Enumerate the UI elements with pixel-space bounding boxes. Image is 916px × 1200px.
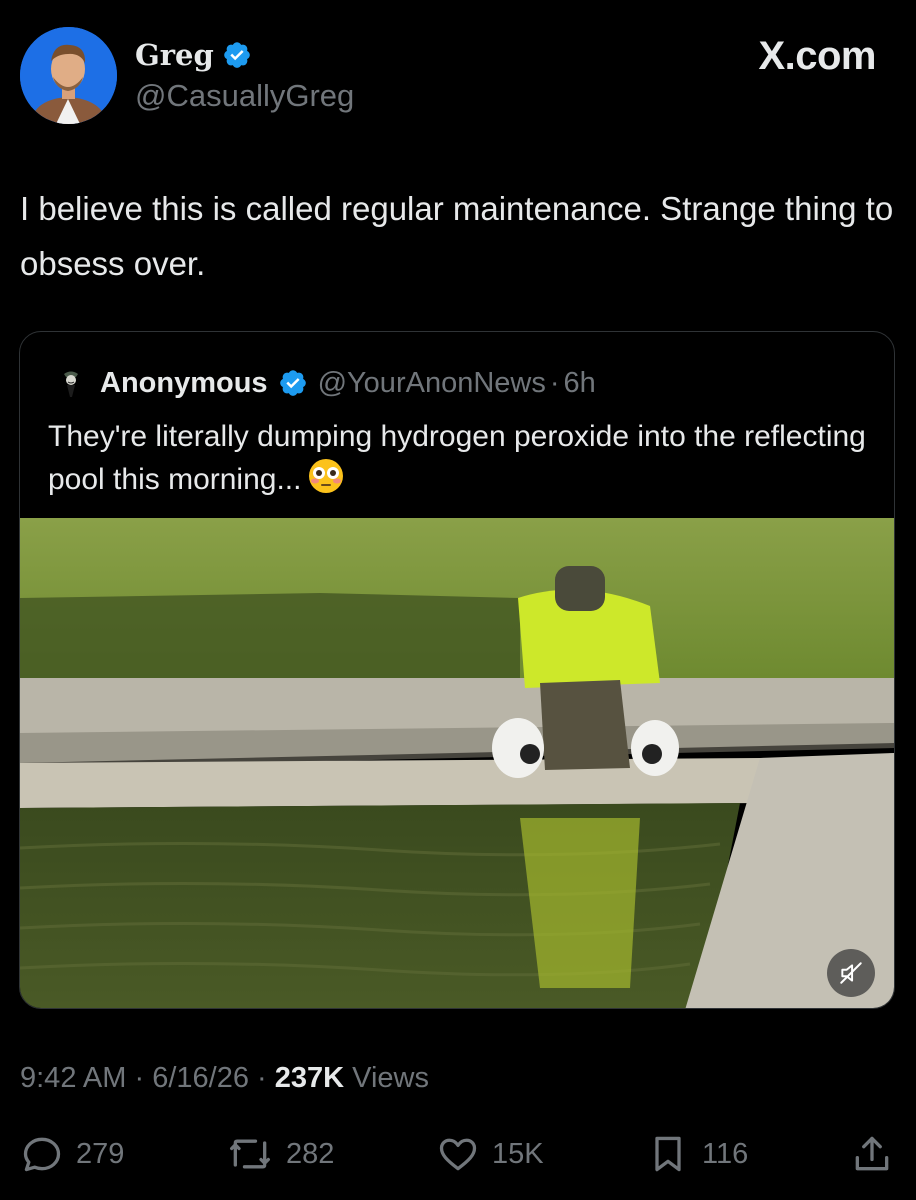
bookmark-button[interactable]: 116 — [646, 1128, 748, 1180]
views-count: 237K — [274, 1062, 345, 1094]
quoted-tweet-card[interactable]: Anonymous @YourAnonNews · 6h They're lit… — [19, 331, 895, 1009]
reply-count: 279 — [76, 1137, 125, 1170]
heart-icon — [439, 1138, 477, 1171]
video-frame-image — [20, 518, 894, 1008]
meta-separator: · — [134, 1062, 145, 1094]
reply-icon — [23, 1137, 61, 1172]
site-logo-text: X.com — [758, 34, 876, 78]
repost-icon — [230, 1139, 270, 1169]
bookmark-count: 116 — [702, 1137, 749, 1170]
meta-separator: · — [257, 1062, 267, 1094]
action-bar: 279 282 15K 116 — [0, 1128, 916, 1180]
repost-button[interactable]: 282 — [226, 1128, 334, 1180]
tweet-time[interactable]: 9:42 AM — [20, 1062, 126, 1094]
mute-button[interactable] — [827, 949, 875, 997]
quoted-verified-badge-icon — [279, 370, 306, 396]
like-button[interactable]: 15K — [436, 1128, 544, 1180]
share-icon — [855, 1136, 889, 1171]
tweet-text: I believe this is called regular mainten… — [20, 190, 894, 282]
author-name[interactable]: Greg — [135, 38, 214, 72]
anonymous-avatar-icon — [52, 364, 90, 402]
verified-badge-icon — [223, 42, 250, 68]
quoted-tweet-text: They're literally dumping hydrogen perox… — [48, 420, 866, 496]
quoted-tweet-text-block: They're literally dumping hydrogen perox… — [48, 416, 868, 500]
author-avatar-image — [20, 27, 117, 124]
quoted-time[interactable]: 6h — [564, 367, 596, 400]
quoted-video[interactable] — [20, 518, 894, 1008]
speaker-muted-icon — [840, 962, 862, 984]
author-handle[interactable]: @CasuallyGreg — [135, 78, 354, 114]
views-label: Views — [352, 1062, 429, 1094]
quoted-author-handle[interactable]: @YourAnonNews — [318, 367, 546, 400]
quoted-separator: · — [549, 366, 560, 399]
tweet-meta: 9:42 AM · 6/16/26 · 237K Views — [20, 1062, 429, 1095]
quoted-author-name[interactable]: Anonymous — [100, 367, 268, 400]
reply-button[interactable]: 279 — [20, 1128, 124, 1180]
tweet-date[interactable]: 6/16/26 — [152, 1062, 249, 1094]
like-count: 15K — [492, 1137, 544, 1170]
author-avatar[interactable] — [20, 27, 117, 124]
bookmark-icon — [655, 1136, 681, 1172]
flushed-face-emoji-icon — [309, 459, 344, 493]
share-button[interactable] — [850, 1128, 894, 1180]
repost-count: 282 — [286, 1137, 335, 1170]
quoted-tweet-header: Anonymous @YourAnonNews · 6h — [52, 364, 596, 402]
author-name-row[interactable]: Greg — [135, 38, 252, 72]
